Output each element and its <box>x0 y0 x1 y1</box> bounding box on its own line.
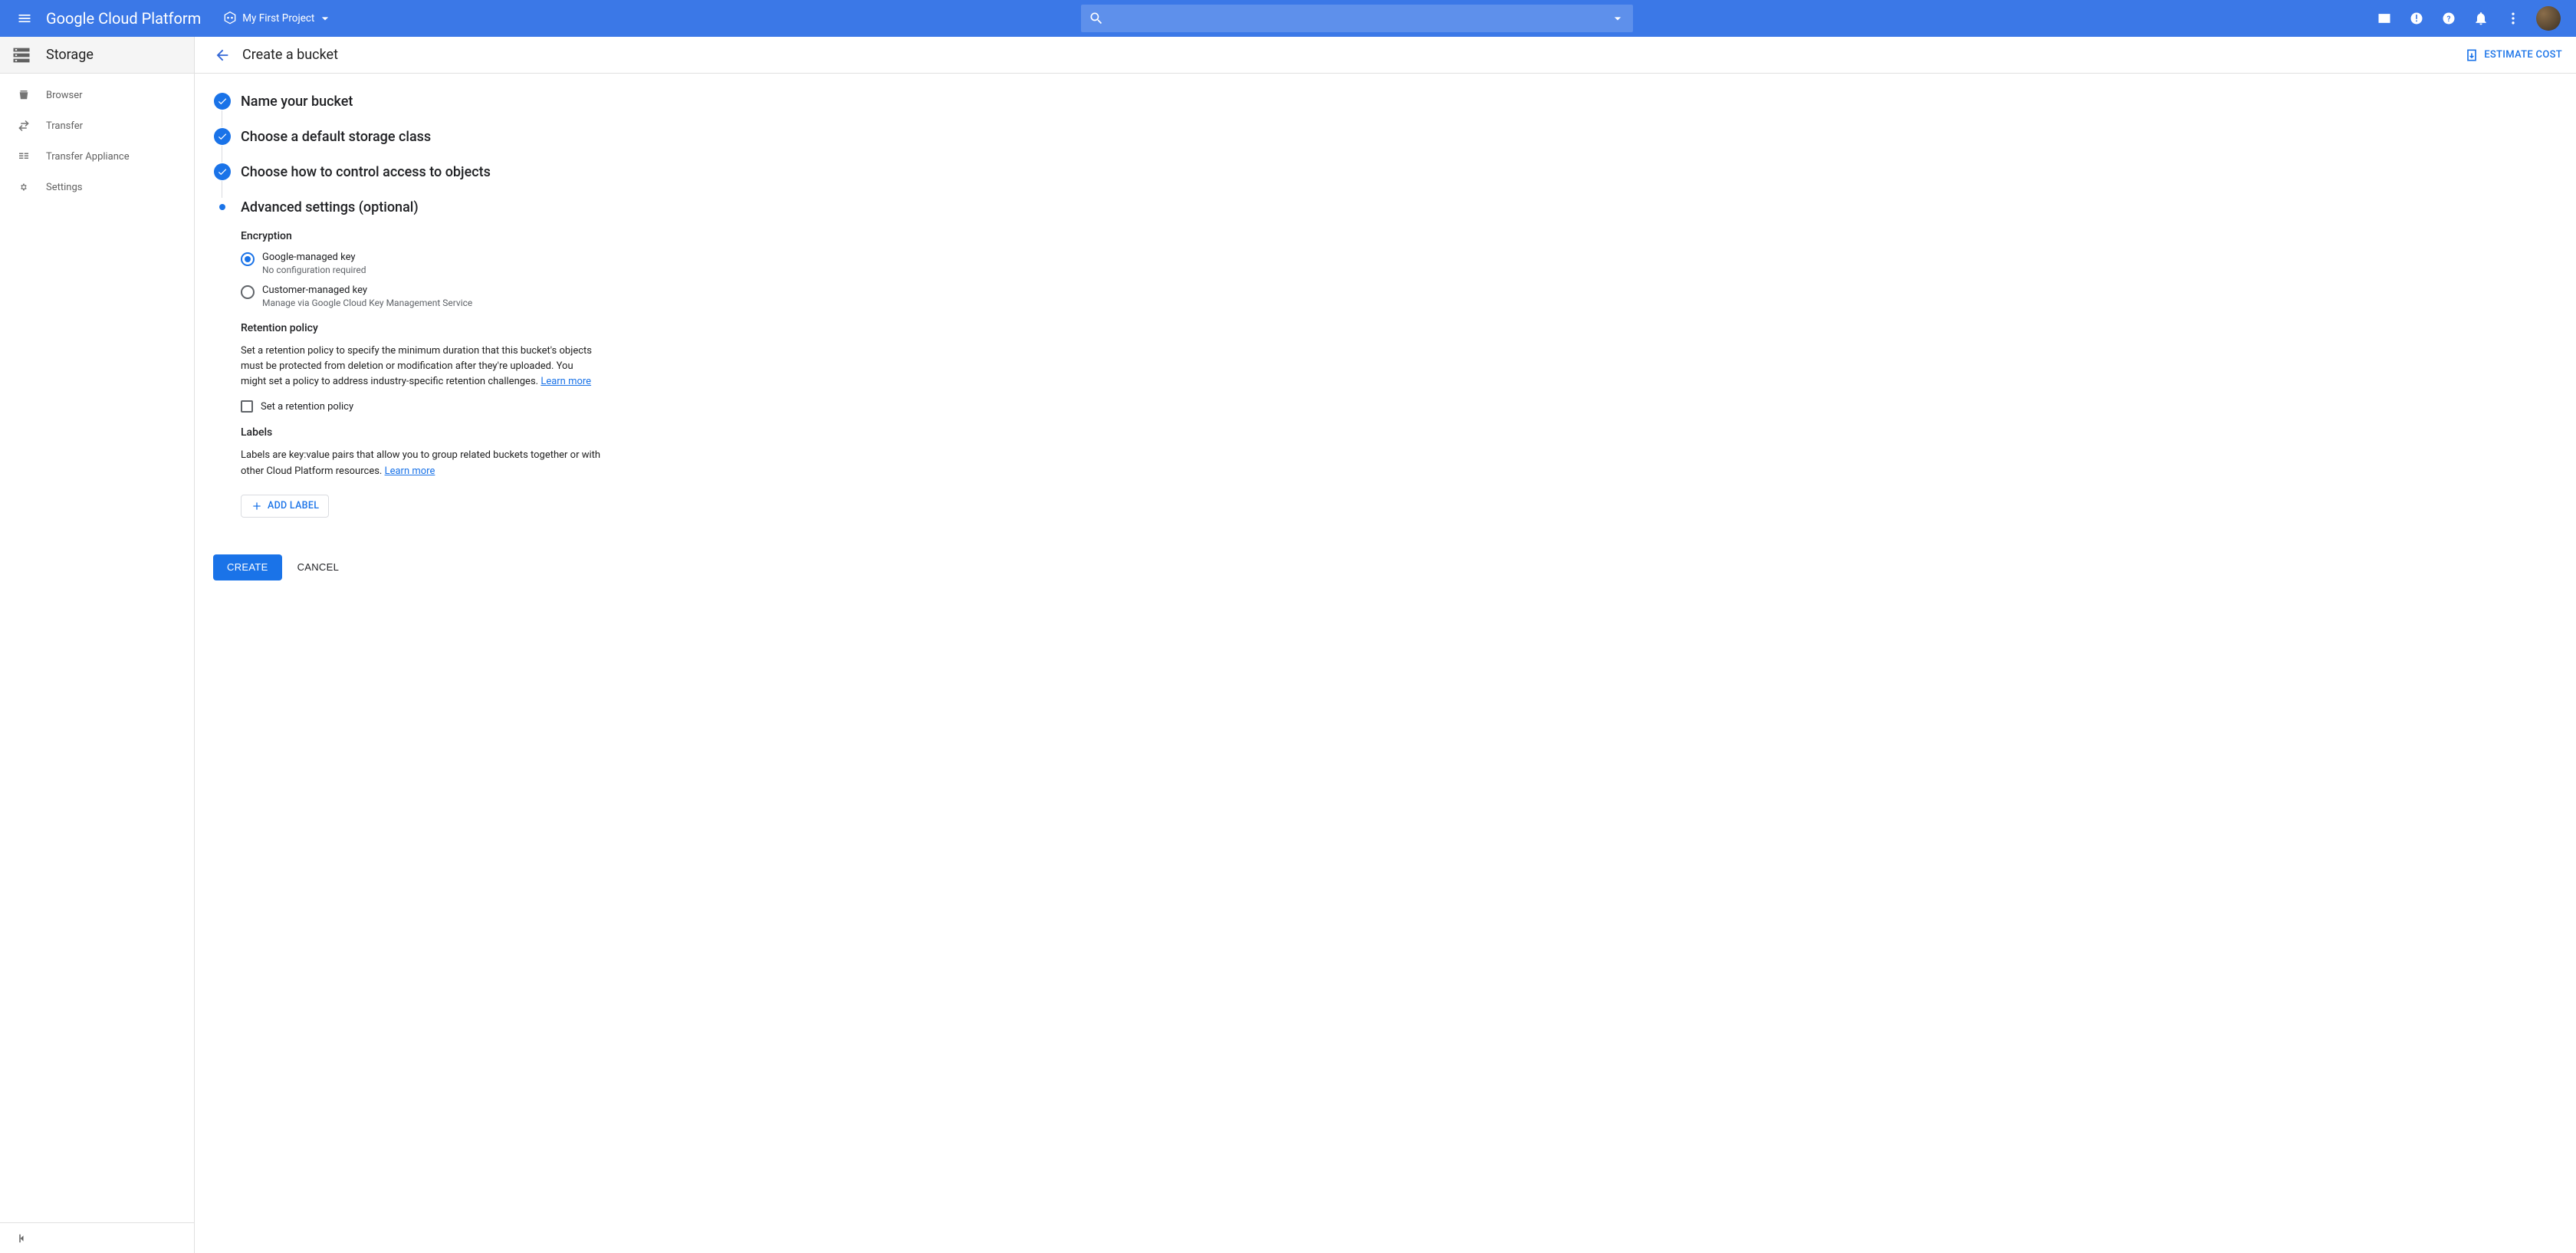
step-check-icon <box>214 163 231 180</box>
sidebar-item-transfer-appliance[interactable]: Transfer Appliance <box>0 141 194 172</box>
search-input[interactable] <box>1116 12 1604 25</box>
help-icon: ? <box>2441 11 2456 26</box>
storage-icon <box>11 44 32 66</box>
search-container <box>339 5 2375 32</box>
radio-sublabel: No configuration required <box>262 265 366 275</box>
cloud-shell-button[interactable] <box>2375 9 2394 28</box>
step-title: Name your bucket <box>241 94 353 110</box>
collapse-sidebar-button[interactable] <box>0 1222 194 1253</box>
project-icon <box>222 11 238 26</box>
retention-checkbox[interactable]: Set a retention policy <box>241 400 765 413</box>
sidebar-item-label: Settings <box>46 182 82 193</box>
radio-label: Customer-managed key <box>262 284 472 296</box>
collapse-icon <box>15 1232 29 1245</box>
alert-button[interactable] <box>2407 9 2426 28</box>
cancel-button[interactable]: CANCEL <box>297 561 340 573</box>
sidebar-item-transfer[interactable]: Transfer <box>0 110 194 141</box>
sidebar-item-label: Transfer <box>46 120 83 132</box>
step-access-control[interactable]: Choose how to control access to objects <box>213 163 765 181</box>
main-menu-button[interactable] <box>6 0 43 37</box>
svg-text:?: ? <box>2447 15 2451 24</box>
step-check-icon <box>214 93 231 110</box>
cloud-shell-icon <box>2377 11 2392 26</box>
estimate-cost-label: ESTIMATE COST <box>2484 49 2562 61</box>
step-advanced-settings[interactable]: Advanced settings (optional) <box>213 198 765 216</box>
topbar-utilities: ? <box>2375 6 2570 31</box>
labels-learn-more-link[interactable]: Learn more <box>385 465 435 477</box>
sidebar: Storage Browser Transfer Transfer Applia… <box>0 37 195 1253</box>
labels-heading: Labels <box>241 426 765 439</box>
back-button[interactable] <box>209 41 236 69</box>
add-label-button[interactable]: ADD LABEL <box>241 495 329 518</box>
retention-learn-more-link[interactable]: Learn more <box>540 376 591 387</box>
project-name: My First Project <box>242 12 314 25</box>
search-icon <box>1089 11 1104 26</box>
sidebar-item-label: Transfer Appliance <box>46 151 130 163</box>
sidebar-nav: Browser Transfer Transfer Appliance Sett… <box>0 74 194 1222</box>
radio-label: Google-managed key <box>262 252 366 263</box>
retention-heading: Retention policy <box>241 322 765 334</box>
radio-customer-managed-key[interactable]: Customer-managed key Manage via Google C… <box>241 284 765 308</box>
sidebar-title: Storage <box>46 47 94 63</box>
sidebar-header[interactable]: Storage <box>0 37 194 74</box>
sidebar-item-settings[interactable]: Settings <box>0 172 194 202</box>
caret-down-icon <box>317 11 333 26</box>
account-avatar[interactable] <box>2536 6 2561 31</box>
radio-icon <box>241 285 255 299</box>
sidebar-item-label: Browser <box>46 90 83 101</box>
product-name[interactable]: Google Cloud Platform <box>46 9 201 28</box>
alert-icon <box>2409 11 2424 26</box>
labels-description: Labels are key:value pairs that allow yo… <box>241 448 601 479</box>
checkbox-icon <box>241 400 253 413</box>
main-panel: Create a bucket ESTIMATE COST Name your … <box>195 37 2576 1253</box>
hamburger-icon <box>17 11 32 26</box>
top-bar: Google Cloud Platform My First Project ? <box>0 0 2576 37</box>
transfer-icon <box>17 119 31 133</box>
retention-description: Set a retention policy to specify the mi… <box>241 344 601 390</box>
radio-icon <box>241 252 255 266</box>
more-vert-icon <box>2505 11 2521 26</box>
estimate-icon <box>2464 48 2479 63</box>
step-title: Choose a default storage class <box>241 129 431 145</box>
checkbox-label: Set a retention policy <box>261 401 353 413</box>
create-button[interactable]: CREATE <box>213 554 282 580</box>
bell-icon <box>2473 11 2489 26</box>
arrow-back-icon <box>214 47 231 64</box>
more-button[interactable] <box>2504 9 2522 28</box>
sidebar-item-browser[interactable]: Browser <box>0 80 194 110</box>
step-title: Choose how to control access to objects <box>241 164 491 180</box>
page-header: Create a bucket ESTIMATE COST <box>195 37 2576 74</box>
step-active-dot-icon <box>219 204 225 210</box>
stepper: Name your bucket Choose a default storag… <box>213 92 765 580</box>
encryption-heading: Encryption <box>241 230 765 242</box>
radio-sublabel: Manage via Google Cloud Key Management S… <box>262 298 472 308</box>
step-title: Advanced settings (optional) <box>241 199 419 215</box>
search-caret-icon <box>1610 11 1625 26</box>
content-area: Name your bucket Choose a default storag… <box>195 74 2576 1253</box>
bucket-icon <box>17 88 31 102</box>
plus-icon <box>251 500 263 512</box>
step-storage-class[interactable]: Choose a default storage class <box>213 127 765 146</box>
page-title: Create a bucket <box>242 47 338 63</box>
add-label-text: ADD LABEL <box>268 500 319 511</box>
radio-google-managed-key[interactable]: Google-managed key No configuration requ… <box>241 252 765 275</box>
project-picker[interactable]: My First Project <box>216 11 339 26</box>
body-shell: Storage Browser Transfer Transfer Applia… <box>0 37 2576 1253</box>
step-check-icon <box>214 128 231 145</box>
help-button[interactable]: ? <box>2440 9 2458 28</box>
retention-text: Set a retention policy to specify the mi… <box>241 345 592 387</box>
estimate-cost-button[interactable]: ESTIMATE COST <box>2464 48 2562 63</box>
gear-icon <box>17 180 31 194</box>
step-name-bucket[interactable]: Name your bucket <box>213 92 765 110</box>
search-box[interactable] <box>1081 5 1633 32</box>
footer-actions: CREATE CANCEL <box>213 554 765 580</box>
advanced-settings-body: Encryption Google-managed key No configu… <box>241 230 765 518</box>
appliance-icon <box>17 150 31 163</box>
notifications-button[interactable] <box>2472 9 2490 28</box>
